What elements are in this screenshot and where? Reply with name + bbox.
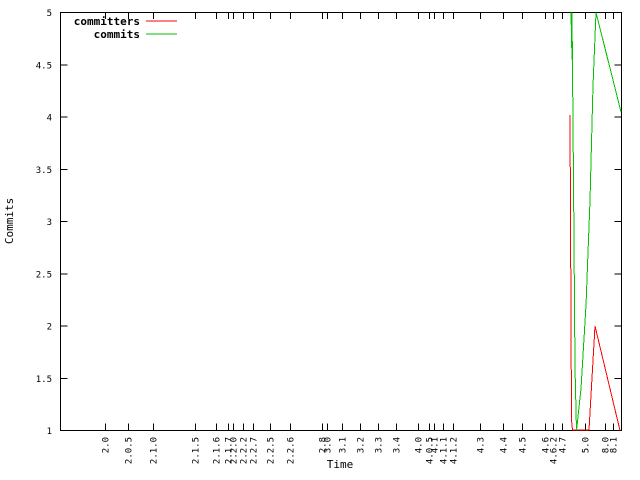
y-tick-label: 2.5 bbox=[36, 270, 52, 280]
x-tick-label: 2.2.2 bbox=[240, 437, 250, 464]
x-tick-label: 4.1.1 bbox=[440, 437, 450, 464]
x-tick-label: 3.2 bbox=[357, 437, 367, 453]
x-tick-label: 2.0 bbox=[102, 437, 112, 453]
data-series bbox=[569, 12, 622, 431]
chart-page: Commits Time 1 1.5 2 2.5 3 3.5 4 4.5 5 2.0 2.0.5 2… bbox=[0, 0, 640, 480]
x-tick-label: 2.2.6 bbox=[287, 437, 297, 464]
x-tick-label: 2.2.0 bbox=[230, 437, 240, 464]
x-tick-label: 4.0 bbox=[415, 437, 425, 453]
y-tick-label: 3 bbox=[47, 218, 52, 228]
x-tick-label: 2.0.5 bbox=[125, 437, 135, 464]
y-axis-ticks: 1 1.5 2 2.5 3 3.5 4 4.5 5 bbox=[36, 9, 622, 437]
legend: committerscommits bbox=[74, 15, 177, 41]
x-tick-label: 3.3 bbox=[375, 437, 385, 453]
y-axis-title: Commits bbox=[3, 198, 16, 244]
y-tick-label: 4 bbox=[47, 114, 52, 124]
x-tick-label: 4.5 bbox=[519, 437, 529, 453]
commits-over-time-chart: Commits Time 1 1.5 2 2.5 3 3.5 4 4.5 5 2.0 2.0.5 2… bbox=[3, 9, 622, 471]
x-tick-label: 2.2.5 bbox=[267, 437, 277, 464]
x-tick-label: 3.0 bbox=[324, 437, 334, 453]
x-tick-label: 4.1.2 bbox=[450, 437, 460, 464]
series-commits-line bbox=[570, 12, 622, 431]
series-committers-line bbox=[569, 114, 621, 431]
x-tick-label: 3.4 bbox=[393, 437, 403, 453]
x-axis-title: Time bbox=[327, 458, 354, 471]
x-tick-label: 4.4 bbox=[500, 437, 510, 453]
y-tick-label: 4.5 bbox=[36, 61, 52, 71]
x-axis-ticks: 2.0 2.0.5 2.1.0 2.1.5 2.1.6 2.1.72.2.0 2.2.2 2.… bbox=[102, 12, 620, 464]
x-tick-label: 8.1 bbox=[610, 437, 620, 453]
x-tick-label: 2.2.7 bbox=[250, 437, 260, 464]
y-tick-label: 1.5 bbox=[36, 375, 52, 385]
plot-border bbox=[60, 12, 622, 431]
x-tick-label: 3.1 bbox=[339, 437, 349, 453]
x-tick-label: 4.3 bbox=[477, 437, 487, 453]
legend-label-committers: committers bbox=[74, 15, 140, 28]
y-tick-label: 2 bbox=[47, 323, 52, 333]
x-tick-label: 2.1.5 bbox=[192, 437, 202, 464]
x-tick-label: 2.1.0 bbox=[150, 437, 160, 464]
y-tick-label: 3.5 bbox=[36, 166, 52, 176]
y-tick-label: 1 bbox=[47, 427, 52, 437]
y-tick-label: 5 bbox=[47, 9, 52, 19]
x-tick-label: 4.7 bbox=[559, 437, 569, 453]
x-tick-label: 2.1.6 bbox=[213, 437, 223, 464]
legend-label-commits: commits bbox=[94, 28, 140, 41]
x-tick-label: 5.0 bbox=[582, 437, 592, 453]
